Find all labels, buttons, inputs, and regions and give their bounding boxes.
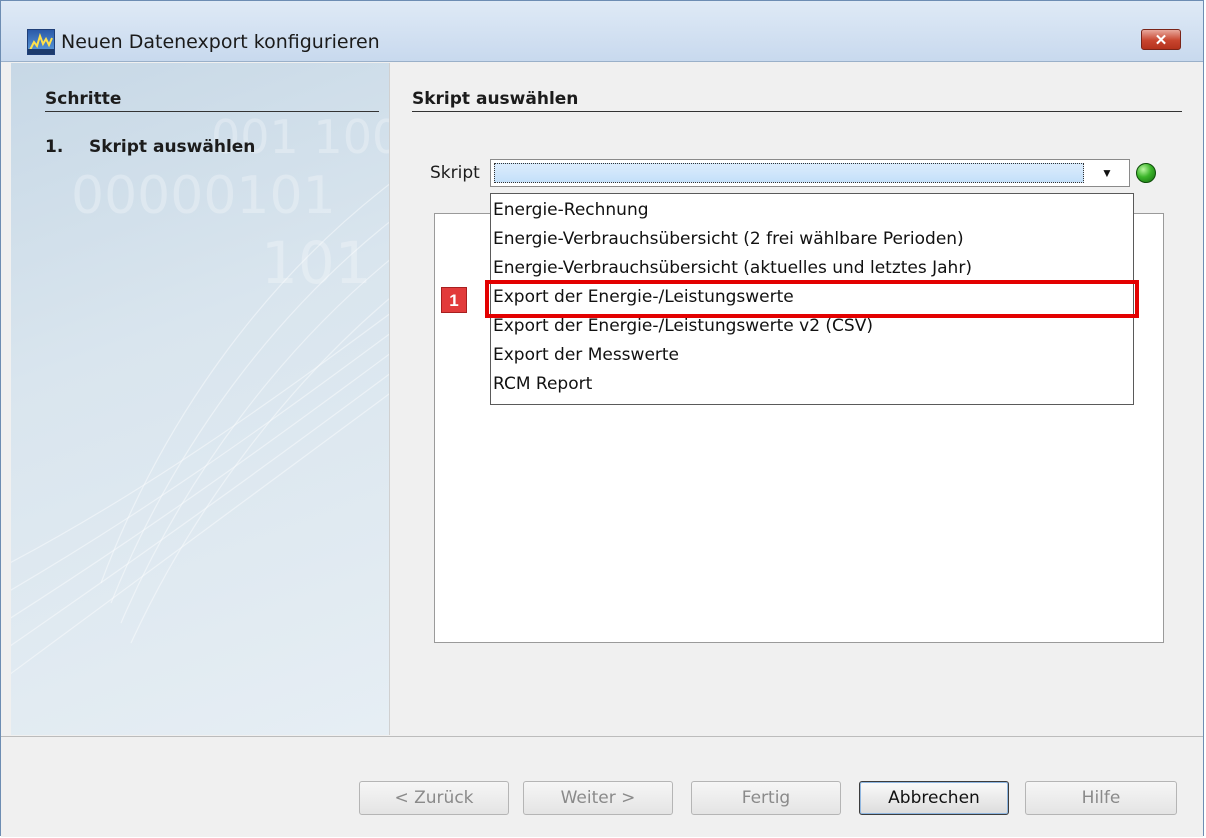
- steps-divider: [45, 111, 379, 112]
- svg-text:00000101: 00000101: [71, 166, 336, 226]
- dialog-window: Neuen Datenexport konfigurieren ✕ 001 10…: [0, 0, 1204, 837]
- steps-heading: Schritte: [45, 89, 122, 109]
- back-button[interactable]: < Zurück: [359, 781, 509, 815]
- dropdown-option[interactable]: RCM Report: [493, 370, 1129, 399]
- script-label: Skript: [430, 163, 480, 183]
- app-icon: [27, 29, 55, 55]
- content-area: Skript auswählen Skript ▼ Energie-Rechnu…: [389, 63, 1200, 735]
- close-button[interactable]: ✕: [1141, 29, 1181, 50]
- step-label: Skript auswählen: [89, 137, 256, 157]
- steps-sidebar: 001 100 00000101 101 Schritte 1. Skript a…: [11, 63, 389, 735]
- callout-number-badge: 1: [441, 287, 467, 313]
- callout-highlight-box: [485, 280, 1139, 318]
- script-select-value[interactable]: [494, 163, 1084, 183]
- status-led-icon: [1136, 163, 1156, 183]
- finish-button[interactable]: Fertig: [691, 781, 841, 815]
- dropdown-option[interactable]: Energie-Rechnung: [493, 196, 1129, 225]
- chevron-down-icon[interactable]: ▼: [1087, 162, 1127, 184]
- step-item-1: 1. Skript auswählen: [45, 137, 255, 157]
- title-bar[interactable]: Neuen Datenexport konfigurieren ✕: [1, 1, 1203, 62]
- help-button[interactable]: Hilfe: [1025, 781, 1177, 815]
- dropdown-option[interactable]: Export der Messwerte: [493, 341, 1129, 370]
- step-number: 1.: [45, 137, 64, 157]
- sidebar-background-graphic: 001 100 00000101 101: [11, 110, 389, 674]
- cancel-button[interactable]: Abbrechen: [859, 781, 1009, 815]
- dropdown-option[interactable]: Energie-Verbrauchsübersicht (2 frei wähl…: [493, 225, 1129, 254]
- dropdown-option[interactable]: Energie-Verbrauchsübersicht (aktuelles u…: [493, 254, 1129, 283]
- page-title: Skript auswählen: [412, 89, 579, 109]
- button-bar: < Zurück Weiter > Fertig Abbrechen Hilfe: [1, 736, 1203, 837]
- window-title: Neuen Datenexport konfigurieren: [61, 31, 380, 53]
- script-select[interactable]: ▼: [490, 159, 1130, 187]
- svg-text:101: 101: [261, 229, 372, 297]
- title-divider: [412, 111, 1182, 112]
- next-button[interactable]: Weiter >: [523, 781, 673, 815]
